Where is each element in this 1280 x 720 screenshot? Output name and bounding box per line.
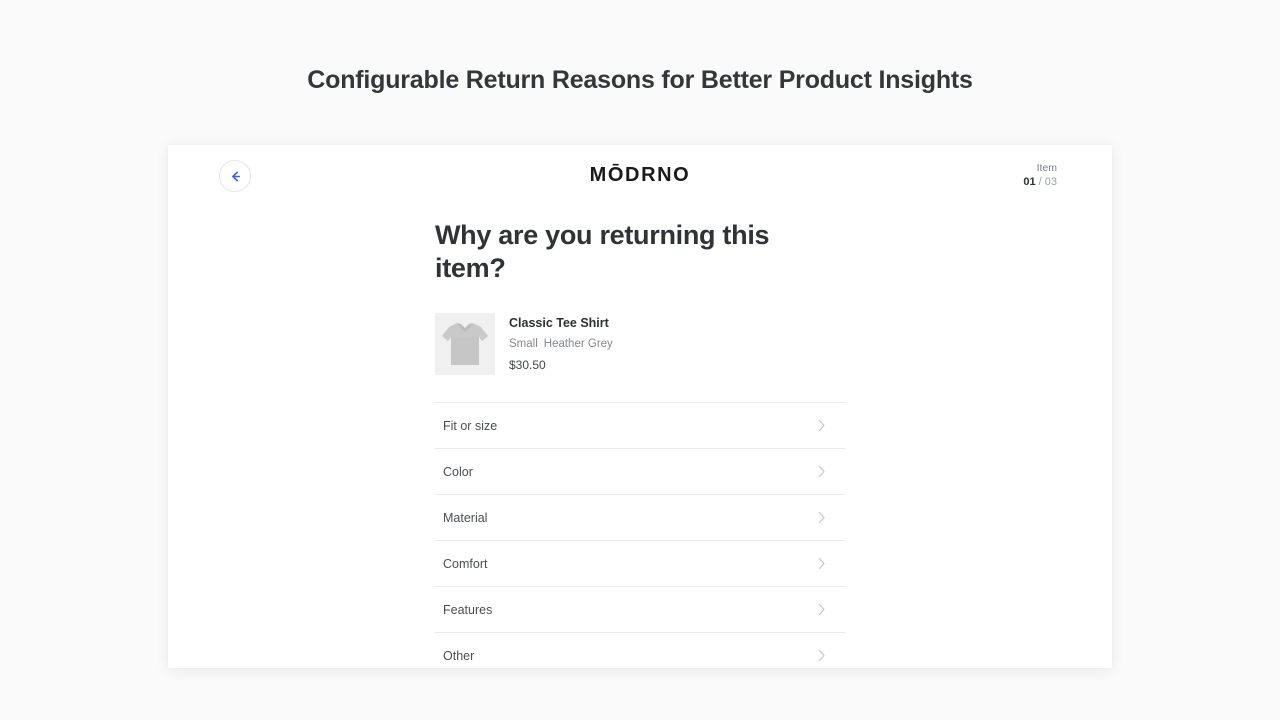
product-size: Small (509, 338, 538, 350)
chevron-right-icon (817, 419, 827, 433)
page-title: Configurable Return Reasons for Better P… (307, 66, 973, 94)
reason-label: Fit or size (443, 418, 498, 433)
reason-label: Comfort (443, 556, 488, 571)
product-price: $30.50 (509, 358, 546, 372)
item-counter-value: 01 / 03 (1023, 175, 1057, 190)
question-heading: Why are you returning this item? (435, 220, 770, 283)
reason-label: Features (443, 602, 493, 617)
brand-logo: MŌDRNO (589, 164, 691, 186)
item-counter-separator: / (1035, 176, 1045, 189)
chevron-right-icon (817, 557, 827, 571)
tee-shirt-image (435, 313, 495, 375)
reason-row-color[interactable]: Color (435, 449, 845, 495)
chevron-right-icon (817, 649, 827, 663)
return-content: Why are you returning this item? Classic… (435, 211, 845, 668)
reason-row-fit-or-size[interactable]: Fit or size (435, 403, 845, 449)
product-summary: Classic Tee Shirt Small Heather Grey $30.… (435, 313, 845, 375)
chevron-right-icon (817, 511, 827, 525)
item-counter-total: 03 (1044, 176, 1057, 189)
product-color: Heather Grey (543, 338, 613, 350)
reason-label: Material (443, 510, 488, 525)
reason-row-comfort[interactable]: Comfort (435, 541, 845, 587)
chevron-right-icon (817, 465, 827, 479)
reason-row-features[interactable]: Features (435, 587, 845, 633)
product-name: Classic Tee Shirt (509, 316, 609, 330)
reason-row-material[interactable]: Material (435, 495, 845, 541)
return-reason-list: Fit or size Color Material Comfort Featu… (435, 402, 845, 668)
card-topbar: MŌDRNO Item 01 / 03 (168, 145, 1112, 211)
reason-row-other[interactable]: Other (435, 633, 845, 668)
return-flow-card: MŌDRNO Item 01 / 03 Why are you returnin… (168, 145, 1112, 668)
product-info: Classic Tee Shirt Small Heather Grey $30.… (509, 313, 613, 373)
reason-label: Color (443, 464, 473, 479)
chevron-right-icon (817, 603, 827, 617)
item-counter: Item 01 / 03 (1023, 161, 1057, 190)
item-counter-current: 01 (1023, 176, 1036, 189)
item-counter-label: Item (1036, 162, 1057, 174)
reason-label: Other (443, 648, 475, 663)
product-variant: Small Heather Grey (509, 337, 613, 352)
